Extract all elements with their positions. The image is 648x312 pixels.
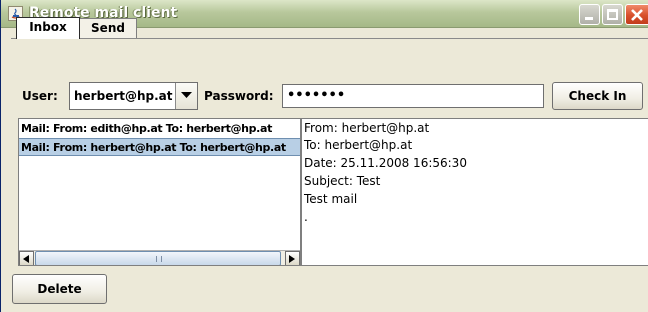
close-icon [631, 9, 643, 21]
minimize-icon [585, 17, 593, 20]
chevron-down-icon [181, 92, 192, 98]
mail-detail-from: From: herbert@hp.at [304, 121, 430, 135]
scroll-left-button[interactable] [19, 251, 34, 265]
check-in-button[interactable]: Check In [552, 82, 643, 110]
mail-detail-to: To: herbert@hp.at [304, 138, 413, 152]
scrollbar-thumb[interactable] [35, 251, 281, 265]
tab-panel-border [11, 38, 648, 39]
password-field[interactable]: ••••••• [282, 84, 544, 108]
maximize-button[interactable] [602, 4, 623, 25]
password-label: Password: [204, 89, 274, 103]
user-dropdown-button[interactable] [175, 83, 197, 109]
chevron-right-icon [289, 255, 295, 263]
chevron-left-icon [23, 255, 29, 263]
horizontal-scrollbar[interactable] [19, 250, 300, 265]
user-combobox[interactable]: herbert@hp.at [69, 82, 198, 110]
close-button[interactable] [625, 4, 648, 25]
user-combobox-value: herbert@hp.at [74, 89, 173, 103]
scroll-right-button[interactable] [285, 251, 300, 265]
maximize-icon [607, 9, 618, 20]
tab-inbox[interactable]: Inbox [16, 17, 80, 39]
mail-detail-pane[interactable]: From: herbert@hp.at To: herbert@hp.at Da… [301, 118, 648, 266]
mail-list-item[interactable]: Mail: From: edith@hp.at To: herbert@hp.a… [19, 120, 300, 138]
tab-send[interactable]: Send [79, 18, 137, 38]
grip-icon [156, 256, 162, 262]
mail-client-window: Remote mail client Inbox Send User: herb… [0, 0, 648, 312]
password-value: ••••••• [287, 88, 346, 103]
mail-detail-subject: Subject: Test [304, 174, 381, 188]
minimize-button[interactable] [579, 4, 600, 25]
mail-list[interactable]: Mail: From: edith@hp.at To: herbert@hp.a… [18, 118, 301, 266]
mail-detail-body: Test mail [304, 192, 358, 206]
mail-detail-terminator: . [304, 210, 308, 224]
mail-list-item-selected[interactable]: Mail: From: herbert@hp.at To: herbert@hp… [19, 138, 300, 156]
mail-detail-date: Date: 25.11.2008 16:56:30 [304, 156, 467, 170]
user-label: User: [22, 89, 58, 103]
delete-button[interactable]: Delete [12, 274, 107, 304]
